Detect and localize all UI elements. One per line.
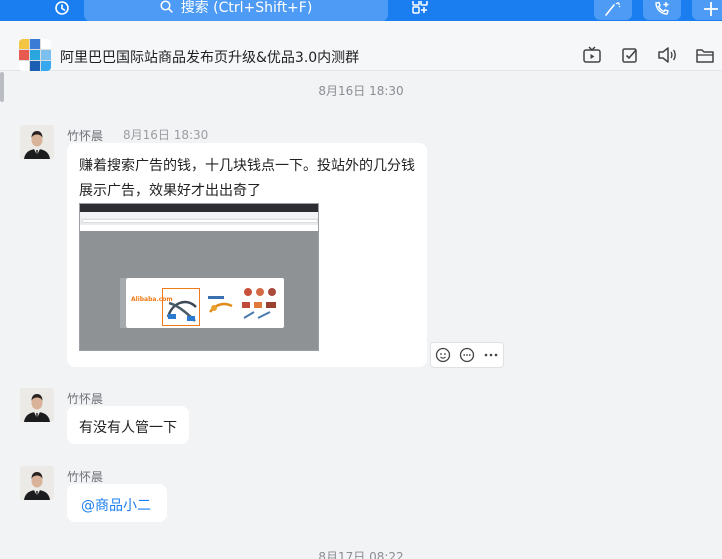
- timestamp-divider: 8月16日 18:30: [318, 84, 404, 98]
- message-actions: [430, 342, 504, 368]
- group-avatar[interactable]: [19, 39, 51, 71]
- sender-name: 竹怀晨: [67, 392, 104, 406]
- more-options-icon[interactable]: [482, 346, 500, 364]
- search-placeholder: 搜索 (Ctrl+Shift+F): [180, 0, 313, 16]
- message-bubble[interactable]: 有没有人管一下: [67, 406, 189, 444]
- comment-icon[interactable]: [458, 346, 476, 364]
- message-image[interactable]: Alibaba.com: [79, 203, 319, 351]
- image-address-bar: [82, 219, 318, 223]
- history-icon[interactable]: [52, 0, 72, 18]
- search-icon: [160, 0, 173, 17]
- voice-call-icon[interactable]: [656, 44, 678, 66]
- phone-add-icon[interactable]: [643, 0, 681, 20]
- add-reaction-icon[interactable]: [434, 346, 452, 364]
- task-check-icon[interactable]: [619, 44, 641, 66]
- avatar[interactable]: [20, 388, 54, 422]
- chat-header: 阿里巴巴国际站商品发布页升级&优品3.0内测群: [0, 21, 722, 71]
- image-page-element: [120, 278, 126, 328]
- avatar[interactable]: [20, 125, 54, 159]
- image-browser-tabs: [80, 212, 318, 218]
- timestamp-divider: 8月17日 08:22: [318, 550, 404, 559]
- image-ad-popup: Alibaba.com: [126, 278, 284, 328]
- message-text-line: 展示广告，效果好才出出奇了: [79, 183, 261, 199]
- avatar[interactable]: [20, 466, 54, 500]
- folder-icon[interactable]: [694, 44, 716, 66]
- plus-icon[interactable]: [692, 0, 722, 20]
- message-text-line: 赚着搜索广告的钱，十几块钱点一下。投站外的几分钱: [79, 158, 415, 174]
- message-time: 8月16日 18:30: [123, 128, 209, 142]
- search-input[interactable]: 搜索 (Ctrl+Shift+F): [84, 0, 388, 21]
- sender-name: 竹怀晨: [67, 129, 104, 143]
- group-title: 阿里巴巴国际站商品发布页升级&优品3.0内测群: [60, 50, 360, 66]
- magic-wand-icon[interactable]: [594, 0, 632, 20]
- ad-product-image: [206, 292, 234, 316]
- apps-grid-icon[interactable]: [410, 0, 430, 18]
- mention-bubble[interactable]: @商品小二: [67, 484, 167, 522]
- live-tv-icon[interactable]: [581, 44, 603, 66]
- image-browser-titlebar: [80, 204, 318, 212]
- top-bar: 搜索 (Ctrl+Shift+F): [0, 0, 722, 21]
- ad-product-highlight: [162, 288, 200, 326]
- sender-name: 竹怀晨: [67, 470, 104, 484]
- ad-product-image: [238, 284, 282, 324]
